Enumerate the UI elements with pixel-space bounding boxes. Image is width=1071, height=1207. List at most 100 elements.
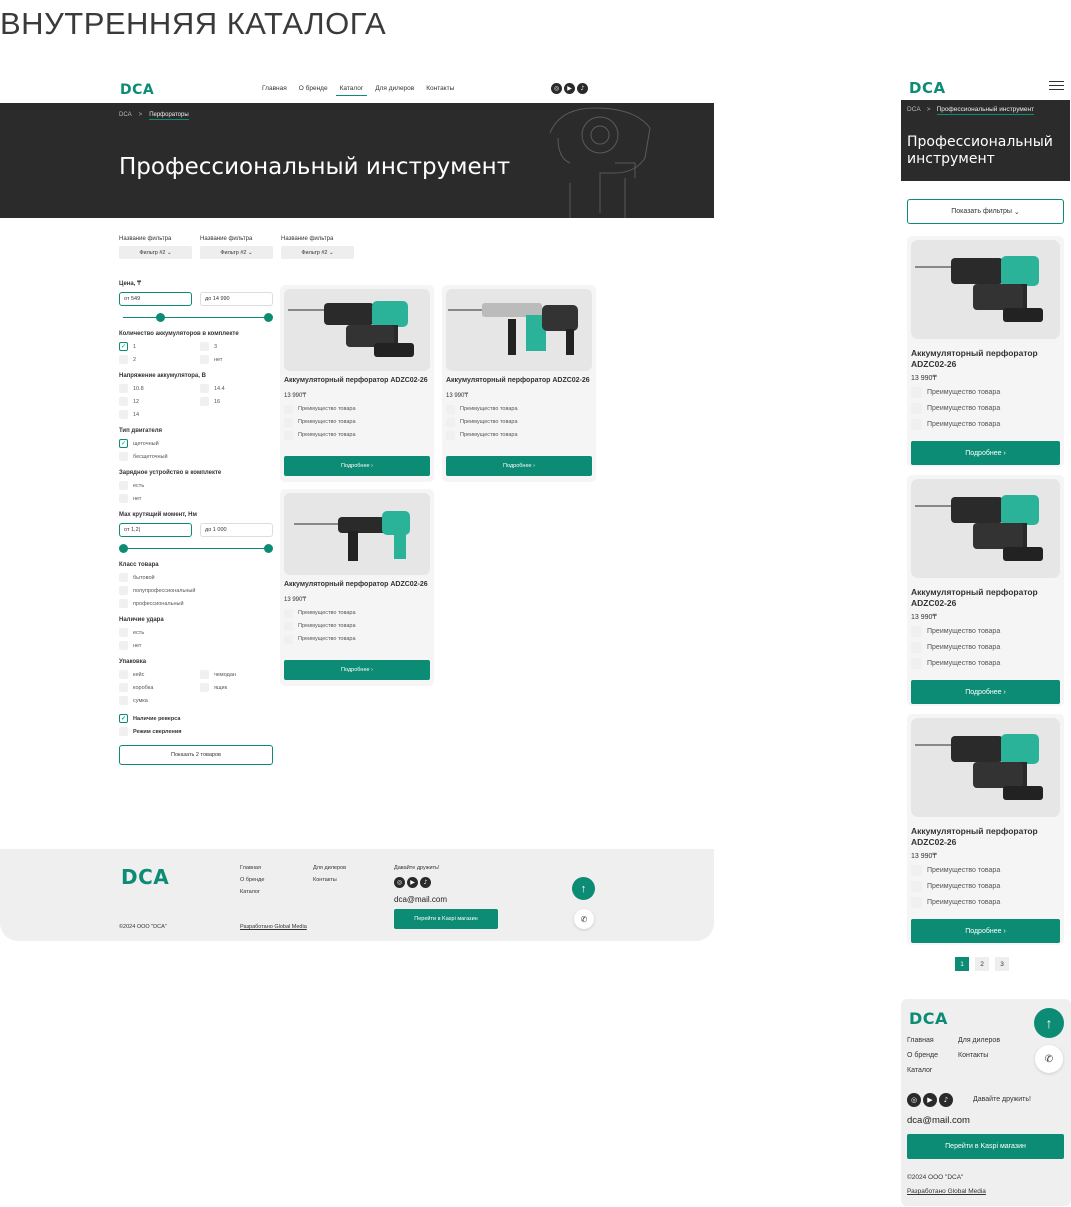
details-button[interactable]: Подробнее › xyxy=(446,456,592,476)
drill-mode-checkbox[interactable]: Режим сверления xyxy=(119,727,273,736)
price-to-input[interactable]: до 14 990 xyxy=(200,292,273,306)
mobile-logo[interactable]: DCA xyxy=(909,79,946,97)
nav-dealers[interactable]: Для дилеров xyxy=(371,84,418,96)
product-name[interactable]: Аккумуляторный перфоратор ADZC02-26 xyxy=(911,348,1060,370)
scroll-up-button[interactable]: ↑ xyxy=(1034,1008,1064,1038)
checkbox-option[interactable]: 2 xyxy=(119,355,200,364)
checkbox-option[interactable]: 3 xyxy=(200,342,273,351)
price-from-input[interactable]: от 549 xyxy=(119,292,192,306)
product-name[interactable]: Аккумуляторный перфоратор ADZC02-26 xyxy=(911,826,1060,848)
product-card[interactable]: Аккумуляторный перфоратор ADZC02-26 13 9… xyxy=(280,285,434,482)
tiktok-icon[interactable]: ♪ xyxy=(939,1093,953,1107)
details-button[interactable]: Подробнее › xyxy=(911,441,1060,465)
checkbox-option[interactable]: нет xyxy=(200,355,273,364)
logo[interactable]: DCA xyxy=(120,82,154,98)
product-card[interactable]: Аккумуляторный перфоратор ADZC02-26 13 9… xyxy=(280,489,434,686)
checkbox-option[interactable]: нет xyxy=(119,641,273,650)
instagram-icon[interactable]: ◎ xyxy=(551,83,562,94)
footer-logo[interactable]: DCA xyxy=(121,865,169,889)
checkbox-option[interactable]: 16 xyxy=(200,397,273,406)
product-name[interactable]: Аккумуляторный перфоратор ADZC02-26 xyxy=(284,581,430,590)
developer-link[interactable]: Разработано Global Media xyxy=(240,924,307,930)
slider-handle-min[interactable] xyxy=(156,313,165,322)
checkbox-option[interactable]: сумка xyxy=(119,696,200,705)
details-button[interactable]: Подробнее › xyxy=(911,680,1060,704)
checkbox-option[interactable]: 14.4 xyxy=(200,384,273,393)
checkbox-option[interactable]: профессиональный xyxy=(119,599,273,608)
checkbox-option[interactable]: 14 xyxy=(119,410,200,419)
torque-slider[interactable] xyxy=(119,544,273,554)
tiktok-icon[interactable]: ♪ xyxy=(420,877,431,888)
product-name[interactable]: Аккумуляторный перфоратор ADZC02-26 xyxy=(446,377,592,386)
footer-link-home[interactable]: Главная xyxy=(907,1037,938,1044)
footer-link-home[interactable]: Главная xyxy=(240,865,264,871)
footer-link-contacts[interactable]: Контакты xyxy=(313,877,346,883)
breadcrumb-home[interactable]: DCA xyxy=(907,106,921,115)
footer-link-dealers[interactable]: Для дилеров xyxy=(313,865,346,871)
page-button[interactable]: 1 xyxy=(955,957,969,971)
show-filters-button[interactable]: Показать фильтры ⌄ xyxy=(907,199,1064,224)
details-button[interactable]: Подробнее › xyxy=(911,919,1060,943)
kaspi-button[interactable]: Перейти в Kaspi магазин xyxy=(907,1134,1064,1159)
checkbox-option[interactable]: ✓ 1 xyxy=(119,342,200,351)
tiktok-icon[interactable]: ♪ xyxy=(577,83,588,94)
price-slider[interactable] xyxy=(119,313,273,323)
checkbox-option[interactable]: нет xyxy=(119,494,273,503)
product-name[interactable]: Аккумуляторный перфоратор ADZC02-26 xyxy=(911,587,1060,609)
filter-dropdown[interactable]: Фильтр #2 ⌄ xyxy=(119,246,192,259)
product-card[interactable]: Аккумуляторный перфоратор ADZC02-26 13 9… xyxy=(907,236,1064,467)
checkbox-option[interactable]: бытовой xyxy=(119,573,273,582)
footer-link-dealers[interactable]: Для дилеров xyxy=(958,1037,1000,1044)
product-card[interactable]: Аккумуляторный перфоратор ADZC02-26 13 9… xyxy=(442,285,596,482)
checkbox-option[interactable]: 12 xyxy=(119,397,200,406)
footer-link-about[interactable]: О бренде xyxy=(907,1052,938,1059)
youtube-icon[interactable]: ▶ xyxy=(564,83,575,94)
details-button[interactable]: Подробнее › xyxy=(284,660,430,680)
product-name[interactable]: Аккумуляторный перфоратор ADZC02-26 xyxy=(284,377,430,386)
scroll-up-button[interactable]: ↑ xyxy=(572,877,595,900)
youtube-icon[interactable]: ▶ xyxy=(407,877,418,888)
page-button[interactable]: 3 xyxy=(995,957,1009,971)
nav-contacts[interactable]: Контакты xyxy=(422,84,458,96)
filter-dropdown[interactable]: Фильтр #2 ⌄ xyxy=(281,246,354,259)
footer-link-catalog[interactable]: Каталог xyxy=(240,889,264,895)
burger-menu-icon[interactable] xyxy=(1049,81,1064,90)
footer-email[interactable]: dca@mail.com xyxy=(907,1115,970,1126)
footer-link-catalog[interactable]: Каталог xyxy=(907,1067,938,1074)
torque-to-input[interactable]: до 1 000 xyxy=(200,523,273,537)
slider-handle-max[interactable] xyxy=(264,313,273,322)
footer-email[interactable]: dca@mail.com xyxy=(394,895,447,904)
call-button[interactable]: ✆ xyxy=(574,909,594,929)
checkbox-option[interactable]: есть xyxy=(119,481,273,490)
checkbox-option[interactable]: ✓ щеточный xyxy=(119,439,273,448)
reverse-checkbox[interactable]: ✓ Наличие реверса xyxy=(119,714,273,723)
checkbox-option[interactable]: чемодан xyxy=(200,670,273,679)
youtube-icon[interactable]: ▶ xyxy=(923,1093,937,1107)
checkbox-option[interactable]: полупрофессиональный xyxy=(119,586,273,595)
footer-link-about[interactable]: О бренде xyxy=(240,877,264,883)
slider-handle-max[interactable] xyxy=(264,544,273,553)
instagram-icon[interactable]: ◎ xyxy=(394,877,405,888)
footer-logo[interactable]: DCA xyxy=(909,1009,948,1028)
checkbox-option[interactable]: коробка xyxy=(119,683,200,692)
developer-link[interactable]: Разработано Global Media xyxy=(907,1188,986,1195)
instagram-icon[interactable]: ◎ xyxy=(907,1093,921,1107)
page-button[interactable]: 2 xyxy=(975,957,989,971)
nav-about[interactable]: О бренде xyxy=(295,84,332,96)
filter-dropdown[interactable]: Фильтр #2 ⌄ xyxy=(200,246,273,259)
details-button[interactable]: Подробнее › xyxy=(284,456,430,476)
checkbox-option[interactable]: бесщеточный xyxy=(119,452,273,461)
slider-handle-min[interactable] xyxy=(119,544,128,553)
show-results-button[interactable]: Показать 2 товаров xyxy=(119,745,273,765)
product-card[interactable]: Аккумуляторный перфоратор ADZC02-26 13 9… xyxy=(907,475,1064,706)
breadcrumb-home[interactable]: DCA xyxy=(119,112,132,120)
call-button[interactable]: ✆ xyxy=(1035,1045,1063,1073)
nav-catalog[interactable]: Каталог xyxy=(335,84,368,96)
checkbox-option[interactable]: 10.8 xyxy=(119,384,200,393)
checkbox-option[interactable]: есть xyxy=(119,628,273,637)
footer-link-contacts[interactable]: Контакты xyxy=(958,1052,1000,1059)
torque-from-input[interactable]: от 1,2| xyxy=(119,523,192,537)
nav-home[interactable]: Главная xyxy=(258,84,291,96)
checkbox-option[interactable]: ящик xyxy=(200,683,273,692)
product-card[interactable]: Аккумуляторный перфоратор ADZC02-26 13 9… xyxy=(907,714,1064,945)
